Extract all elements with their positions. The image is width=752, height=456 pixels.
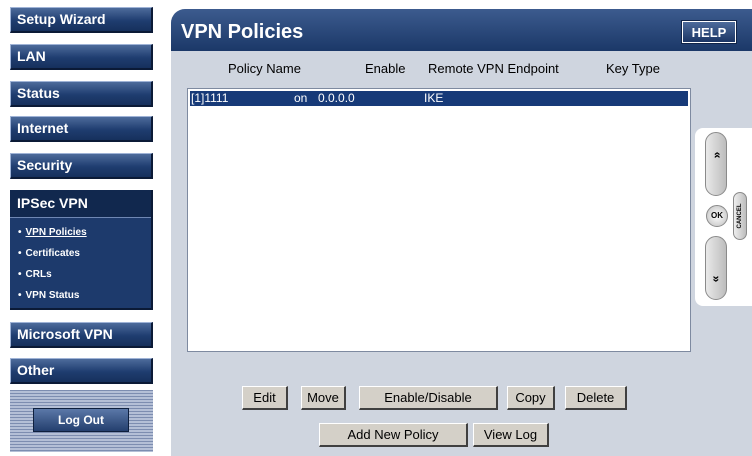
move-button[interactable]: Move — [301, 386, 346, 410]
subnav-vpn-status[interactable]: • VPN Status — [18, 287, 151, 308]
scroll-down-button[interactable]: » — [705, 236, 727, 300]
help-button[interactable]: HELP — [681, 20, 737, 44]
cell-policy-name: [1]1111 — [191, 91, 229, 105]
add-new-policy-button[interactable]: Add New Policy — [319, 423, 468, 447]
nav-other[interactable]: Other — [10, 358, 153, 384]
subnav-certificates[interactable]: • Certificates — [18, 245, 151, 266]
cancel-label: CANCEL — [737, 203, 743, 229]
enable-disable-button[interactable]: Enable/Disable — [359, 386, 498, 410]
ok-button[interactable]: OK — [706, 205, 728, 227]
ipsec-submenu: • VPN Policies • Certificates • CRLs • VPN S… — [10, 218, 151, 308]
subnav-label: VPN Policies — [25, 227, 87, 238]
col-policy-name: Policy Name — [228, 61, 301, 76]
col-enable: Enable — [365, 61, 406, 76]
scroll-up-button[interactable]: » — [705, 132, 727, 196]
cell-enable: on — [294, 91, 308, 105]
main-panel: VPN Policies HELP Policy Name Enable Rem… — [171, 9, 752, 456]
nav-security[interactable]: Security — [10, 153, 153, 179]
subnav-vpn-policies[interactable]: • VPN Policies — [18, 224, 151, 245]
nav-lan[interactable]: LAN — [10, 44, 153, 70]
subnav-label: VPN Status — [25, 290, 80, 301]
sidebar: Setup Wizard LAN Status Internet Securit… — [0, 0, 163, 456]
nav-microsoft-vpn[interactable]: Microsoft VPN — [10, 322, 153, 348]
cancel-button[interactable]: CANCEL — [733, 192, 747, 240]
nav-ipsec-vpn[interactable]: IPSec VPN — [10, 190, 151, 218]
nav-setup-wizard[interactable]: Setup Wizard — [10, 7, 153, 33]
header-band: VPN Policies HELP — [171, 9, 752, 51]
policy-list[interactable]: [1]1111 on 0.0.0.0 IKE — [187, 88, 691, 352]
logout-button[interactable]: Log Out — [33, 408, 129, 432]
delete-button[interactable]: Delete — [565, 386, 627, 410]
view-log-button[interactable]: View Log — [473, 423, 549, 447]
table-row[interactable]: [1]1111 on 0.0.0.0 IKE — [190, 91, 688, 106]
double-chevron-up-icon: » — [709, 151, 723, 159]
copy-button[interactable]: Copy — [507, 386, 555, 410]
remote-control: » OK CANCEL » — [695, 128, 752, 306]
edit-button[interactable]: Edit — [242, 386, 288, 410]
page-title: VPN Policies — [181, 21, 304, 43]
double-chevron-down-icon: » — [709, 275, 723, 283]
cell-key-type: IKE — [424, 91, 444, 105]
nav-status[interactable]: Status — [10, 81, 153, 107]
subnav-label: Certificates — [25, 248, 80, 259]
cell-endpoint: 0.0.0.0 — [318, 91, 355, 105]
nav-internet[interactable]: Internet — [10, 116, 153, 142]
subnav-label: CRLs — [25, 269, 52, 280]
col-key-type: Key Type — [606, 61, 660, 76]
subnav-crls[interactable]: • CRLs — [18, 266, 151, 287]
ipsec-vpn-panel: IPSec VPN • VPN Policies • Certificates • C… — [10, 190, 153, 310]
col-remote-endpoint: Remote VPN Endpoint — [428, 61, 559, 76]
